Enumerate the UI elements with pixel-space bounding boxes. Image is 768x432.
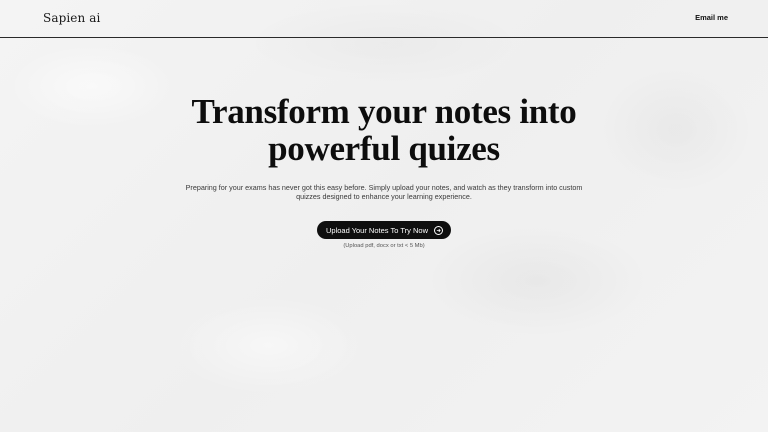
brand-logo-text[interactable]: Sapien ai [43,11,100,25]
hero-description: Preparing for your exams has never got t… [184,183,584,201]
top-navigation-bar: Sapien ai Email me [0,0,768,38]
hero-section: Transform your notes into powerful quize… [0,93,768,249]
headline-line-1: Transform your notes into [191,92,577,131]
upload-notes-button[interactable]: Upload Your Notes To Try Now [316,221,451,240]
description-line-2: quizzes designed to enhance your learnin… [296,191,472,201]
upload-file-hint: (Upload pdf, docx or txt < 5 Mb) [343,243,425,250]
email-me-link[interactable]: Email me [695,13,728,22]
arrow-right-circle-icon [434,225,443,235]
headline-line-2: powerful quizes [268,129,500,168]
upload-button-label: Upload Your Notes To Try Now [325,225,428,235]
hero-headline: Transform your notes into powerful quize… [124,93,644,167]
